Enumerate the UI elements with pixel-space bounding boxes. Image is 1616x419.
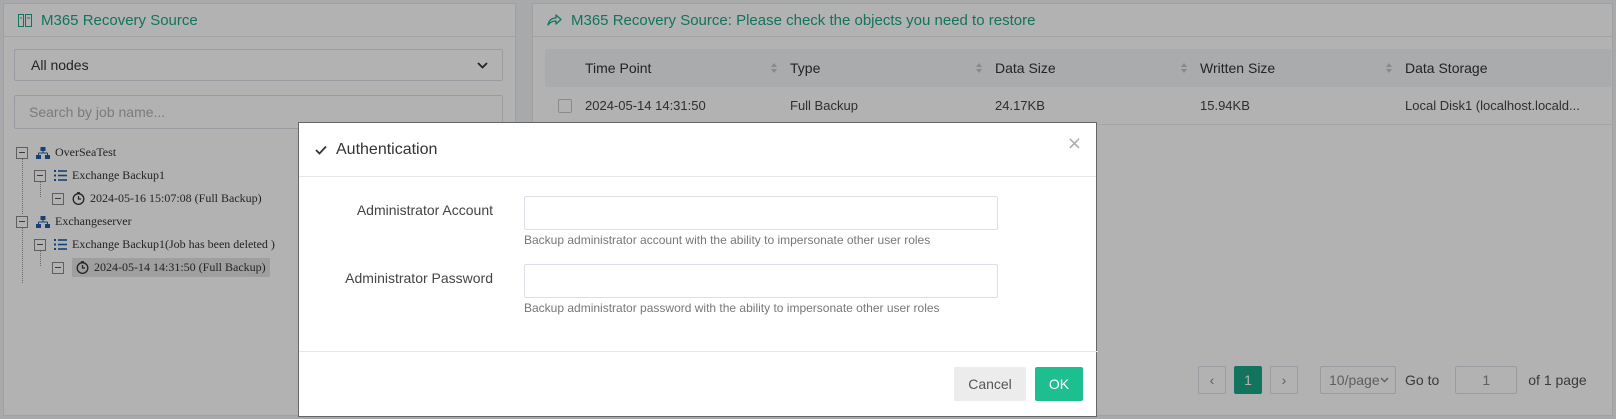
account-label: Administrator Account bbox=[356, 202, 493, 218]
password-help-text: Backup administrator password with the a… bbox=[524, 301, 940, 315]
dialog-header: Authentication × bbox=[299, 123, 1096, 177]
checkmark-icon bbox=[315, 145, 327, 155]
authentication-dialog: Authentication × Administrator Account B… bbox=[298, 122, 1098, 417]
administrator-password-input[interactable] bbox=[524, 264, 998, 298]
close-icon[interactable]: × bbox=[1067, 133, 1082, 154]
password-label: Administrator Password bbox=[345, 270, 493, 286]
dialog-title: Authentication bbox=[336, 140, 438, 158]
administrator-account-input[interactable] bbox=[524, 196, 998, 230]
cancel-button[interactable]: Cancel bbox=[954, 367, 1026, 401]
account-help-text: Backup administrator account with the ab… bbox=[524, 233, 931, 247]
ok-button[interactable]: OK bbox=[1035, 367, 1083, 401]
dialog-footer: Cancel OK bbox=[299, 351, 1098, 417]
